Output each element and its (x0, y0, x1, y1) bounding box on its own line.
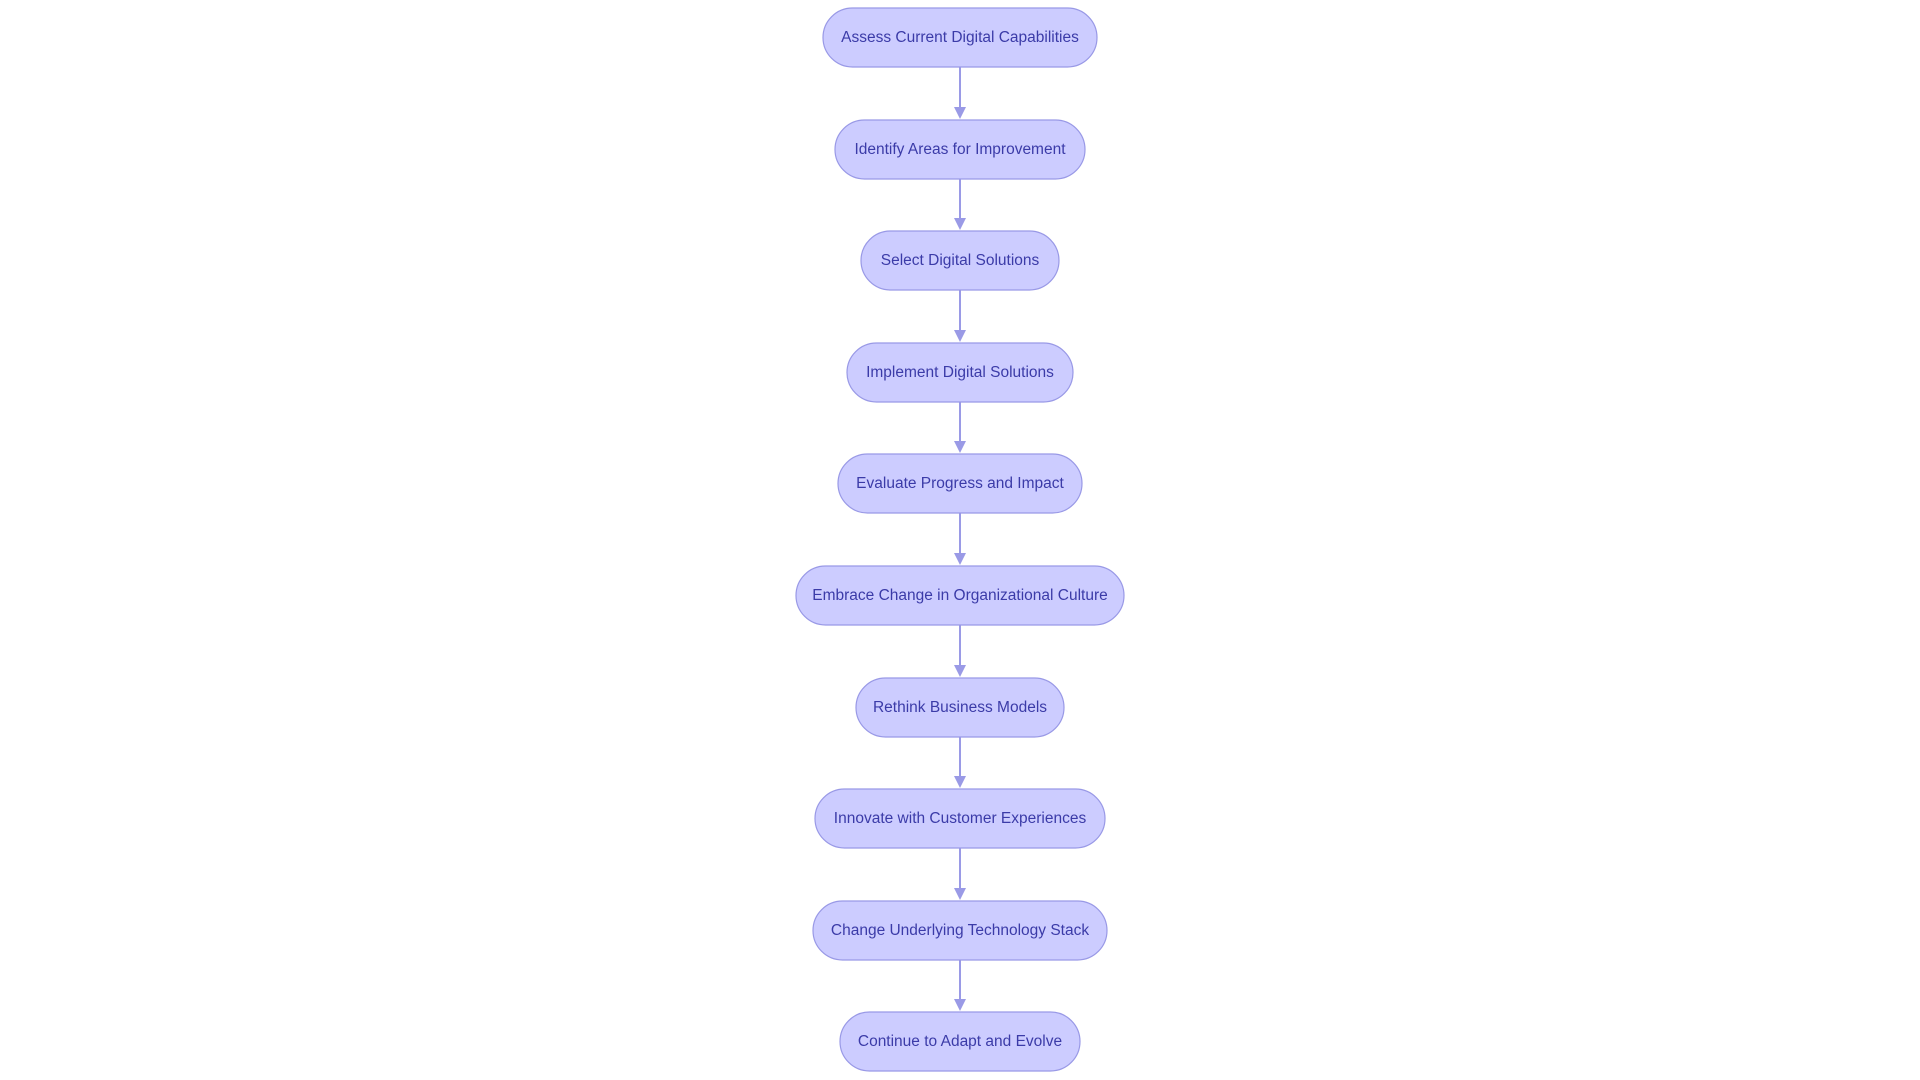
arrowhead-icon (954, 776, 966, 788)
flow-node-i: Change Underlying Technology Stack (812, 900, 1108, 961)
arrowhead-icon (954, 553, 966, 565)
edge-b-c (954, 179, 966, 230)
arrowhead-icon (954, 441, 966, 453)
edge-c-d (954, 290, 966, 342)
edges-layer (954, 67, 966, 1011)
arrowhead-icon (954, 999, 966, 1011)
flow-node-e: Evaluate Progress and Impact (837, 453, 1083, 514)
flow-node-d: Implement Digital Solutions (846, 342, 1074, 403)
node-label: Implement Digital Solutions (866, 364, 1054, 381)
edge-i-j (954, 960, 966, 1011)
flow-node-j: Continue to Adapt and Evolve (839, 1011, 1081, 1072)
arrowhead-icon (954, 665, 966, 677)
flow-node-a: Assess Current Digital Capabilities (822, 7, 1098, 68)
edge-a-b (954, 67, 966, 119)
node-label: Identify Areas for Improvement (854, 141, 1066, 158)
node-label: Change Underlying Technology Stack (831, 922, 1089, 939)
flow-node-c: Select Digital Solutions (860, 230, 1060, 291)
flow-node-g: Rethink Business Models (855, 677, 1065, 738)
edge-d-e (954, 402, 966, 453)
arrowhead-icon (954, 107, 966, 119)
flow-node-h: Innovate with Customer Experiences (814, 788, 1106, 849)
arrowhead-icon (954, 888, 966, 900)
edge-f-g (954, 625, 966, 677)
node-label: Embrace Change in Organizational Culture (812, 587, 1108, 604)
edge-e-f (954, 513, 966, 565)
flow-node-f: Embrace Change in Organizational Culture (795, 565, 1125, 626)
node-label: Assess Current Digital Capabilities (841, 29, 1079, 46)
node-label: Innovate with Customer Experiences (834, 810, 1087, 827)
node-label: Select Digital Solutions (881, 252, 1040, 269)
node-label: Rethink Business Models (873, 699, 1047, 716)
edge-h-i (954, 848, 966, 900)
node-label: Evaluate Progress and Impact (856, 475, 1064, 492)
arrowhead-icon (954, 330, 966, 342)
flowchart: Assess Current Digital Capabilities Ident… (795, 7, 1125, 1072)
node-label: Continue to Adapt and Evolve (858, 1033, 1062, 1050)
flow-node-b: Identify Areas for Improvement (834, 119, 1086, 180)
edge-g-h (954, 737, 966, 788)
arrowhead-icon (954, 218, 966, 230)
